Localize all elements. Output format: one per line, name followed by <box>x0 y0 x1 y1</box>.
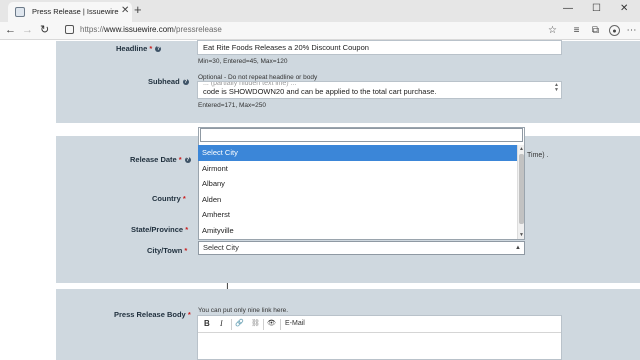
country-label-text: Country <box>152 194 181 203</box>
toolbar-divider <box>231 319 232 330</box>
close-window-button[interactable]: ✕ <box>620 3 628 15</box>
subhead-label-text: Subhead <box>148 77 180 86</box>
profile-icon[interactable]: ● <box>609 25 620 36</box>
new-tab-button[interactable]: + <box>134 3 142 17</box>
headline-hint: Min=30, Entered=45, Max=120 <box>198 58 288 65</box>
required-mark: * <box>178 155 182 164</box>
toolbar-divider <box>263 319 264 330</box>
email-button[interactable]: E-Mail <box>285 319 305 329</box>
address-bar[interactable]: https://www.issuewire.com/pressrelease <box>80 25 222 34</box>
lock-icon[interactable] <box>65 25 74 34</box>
help-icon[interactable]: ? <box>182 79 189 85</box>
body-editor[interactable]: B I 🔗 ⛓ 👁 E-Mail <box>197 315 562 360</box>
help-icon[interactable]: ? <box>184 157 191 163</box>
star-icon[interactable]: ☆ <box>547 25 558 36</box>
toolbar-divider <box>280 319 281 330</box>
bold-button[interactable]: B <box>204 319 210 329</box>
tab-close-button[interactable]: ✕ <box>121 5 129 17</box>
body-label: Press Release Body * <box>114 310 191 319</box>
browser-tab[interactable]: Press Release | Issuewire ✕ <box>8 2 132 22</box>
unlink-icon[interactable]: ⛓ <box>251 319 260 329</box>
body-label-text: Press Release Body <box>114 310 186 319</box>
link-icon[interactable]: 🔗 <box>235 319 244 329</box>
headline-label-text: Headline <box>116 44 148 53</box>
city-options-list: Select City Airmont Albany Alden Amherst… <box>198 145 517 239</box>
city-select[interactable]: Select City ▲ <box>198 241 525 255</box>
subhead-hint: Entered=171, Max=250 <box>198 102 266 109</box>
required-mark: * <box>149 44 153 53</box>
headline-input[interactable]: Eat Rite Foods Releases a 20% Discount C… <box>197 40 562 55</box>
required-mark: * <box>185 225 189 234</box>
tab-title: Press Release | Issuewire <box>32 7 119 16</box>
city-label: City/Town * <box>147 246 187 255</box>
back-button[interactable]: ← <box>5 23 16 37</box>
more-icon[interactable]: ⋯ <box>626 25 637 36</box>
tab-strip: Press Release | Issuewire ✕ + — ☐ ✕ <box>0 0 640 22</box>
city-option[interactable]: Amherst <box>198 207 517 223</box>
favicon-icon <box>15 7 25 17</box>
state-label: State/Province * <box>131 225 188 234</box>
italic-button[interactable]: I <box>220 319 223 329</box>
required-mark: * <box>182 194 186 203</box>
maximize-button[interactable]: ☐ <box>592 3 601 15</box>
collections-icon[interactable]: ⧉ <box>590 25 601 36</box>
browser-toolbar: ← → ↻ https://www.issuewire.com/pressrel… <box>0 22 640 40</box>
subhead-line-2: code is SHOWDOWN20 and can be applied to… <box>203 87 437 96</box>
required-mark: * <box>187 310 191 319</box>
editor-toolbar: B I 🔗 ⛓ 👁 E-Mail <box>198 316 561 333</box>
body-hint: You can put only nine link here. <box>198 307 289 314</box>
city-option[interactable]: Airmont <box>198 161 517 177</box>
help-icon[interactable]: ? <box>155 46 162 52</box>
release-date-label-text: Release Date <box>130 155 177 164</box>
city-option[interactable]: Alden <box>198 192 517 208</box>
minimize-button[interactable]: — <box>563 3 573 15</box>
city-label-text: City/Town <box>147 246 183 255</box>
textarea-scroll-icon[interactable]: ▲ ▼ <box>554 83 559 93</box>
forward-button[interactable]: → <box>22 23 33 37</box>
city-select-value: Select City <box>203 243 239 252</box>
subhead-optional-hint: Optional - Do not repeat headline or bod… <box>198 74 318 81</box>
city-search-input[interactable] <box>200 128 523 142</box>
city-option[interactable]: Select City <box>198 145 517 161</box>
url-host: www.issuewire.com <box>104 25 174 34</box>
scroll-down-icon[interactable]: ▼ <box>519 232 524 238</box>
scroll-up-icon[interactable]: ▲ <box>519 146 524 152</box>
timezone-text: Time) . <box>527 152 549 159</box>
subhead-label: Subhead ? <box>148 77 189 86</box>
url-path: /pressrelease <box>173 25 222 34</box>
country-label: Country * <box>152 194 186 203</box>
headline-label: Headline * ? <box>116 44 162 53</box>
release-date-label: Release Date * ? <box>130 155 191 164</box>
reload-button[interactable]: ↻ <box>40 23 49 37</box>
url-scheme: https:// <box>80 25 105 34</box>
chevron-up-icon: ▲ <box>515 245 521 251</box>
subhead-textarea[interactable]: ... (partially hidden text line) ... cod… <box>197 81 562 99</box>
dropdown-scrollbar[interactable]: ▲ ▼ <box>517 145 524 239</box>
required-mark: * <box>184 246 188 255</box>
favorites-icon[interactable]: ≡ <box>571 25 582 36</box>
city-option[interactable]: Amityville <box>198 223 517 239</box>
state-label-text: State/Province <box>131 225 184 234</box>
city-option[interactable]: Albany <box>198 176 517 192</box>
source-icon[interactable]: 👁 <box>267 319 276 329</box>
scrollbar-thumb[interactable] <box>519 154 524 224</box>
